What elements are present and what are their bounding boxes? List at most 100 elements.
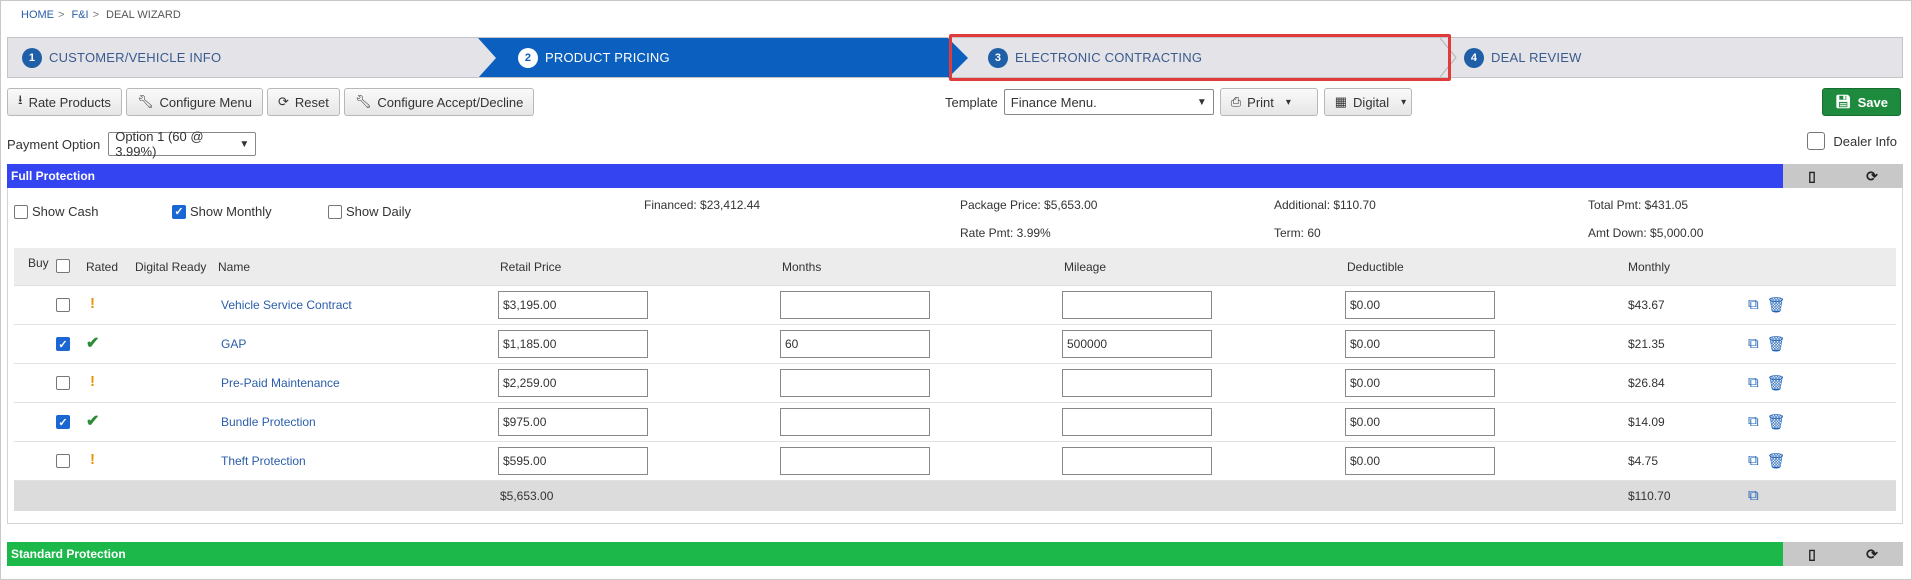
- full-protection-header: Full Protection ▯ ⟳: [7, 164, 1903, 188]
- retail-price-input[interactable]: $2,259.00: [498, 369, 648, 397]
- show-daily-option[interactable]: Show Daily: [328, 204, 411, 219]
- col-monthly: Monthly: [1628, 260, 1671, 274]
- mileage-input[interactable]: [1062, 447, 1212, 475]
- trash-icon[interactable]: 🗑︎: [1767, 413, 1786, 431]
- monthly-value: $26.84: [1628, 376, 1665, 390]
- select-all-checkbox[interactable]: [56, 259, 70, 273]
- deductible-input[interactable]: $0.00: [1345, 330, 1495, 358]
- save-button[interactable]: 💾︎ Save: [1822, 88, 1901, 116]
- rate-products-button[interactable]: ⭳ Rate Products: [7, 88, 122, 116]
- printer-icon: ⎙: [1230, 94, 1242, 109]
- monthly-value: $14.09: [1628, 415, 1665, 429]
- col-rated: Rated: [86, 260, 119, 274]
- trash-icon[interactable]: 🗑︎: [1767, 452, 1786, 470]
- wizard-step-deal-review[interactable]: 4 DEAL REVIEW: [1464, 38, 1582, 77]
- product-link[interactable]: Vehicle Service Contract: [221, 298, 352, 312]
- months-input[interactable]: [780, 369, 930, 397]
- trash-icon[interactable]: 🗑︎: [1767, 374, 1786, 392]
- months-input[interactable]: 60: [780, 330, 930, 358]
- standard-protection-section: Standard Protection ▯ ⟳: [7, 542, 1903, 566]
- template-select[interactable]: Finance Menu. ▼: [1003, 89, 1214, 115]
- product-link[interactable]: Bundle Protection: [221, 415, 316, 429]
- step-label: CUSTOMER/VEHICLE INFO: [49, 50, 222, 65]
- buy-checkbox[interactable]: [56, 376, 70, 390]
- retail-price-input[interactable]: $595.00: [498, 447, 648, 475]
- package-price-value: Package Price: $5,653.00: [960, 198, 1098, 212]
- table-footer: $5,653.00 $110.70 ⧉: [14, 481, 1896, 511]
- deductible-input[interactable]: $0.00: [1345, 447, 1495, 475]
- monthly-total: $110.70: [1628, 489, 1671, 503]
- show-monthly-checkbox[interactable]: ✓: [172, 204, 186, 219]
- show-daily-checkbox[interactable]: [328, 204, 342, 219]
- copy-add-icon[interactable]: ⧉: [1748, 487, 1759, 504]
- refresh-icon[interactable]: ⟳: [1866, 168, 1878, 185]
- table-row: ✓ ✔ GAP $1,185.00 60 500000 $0.00 $21.35…: [14, 325, 1896, 364]
- reset-button[interactable]: ⟳ Reset: [266, 88, 340, 116]
- wrench-icon: 🔧︎: [354, 94, 372, 109]
- breadcrumb: HOME > F&I > DEAL WIZARD: [21, 9, 181, 21]
- digital-button[interactable]: ▦ Digital ▾: [1323, 88, 1412, 116]
- step-label: PRODUCT PRICING: [545, 50, 670, 65]
- mobile-icon[interactable]: ▯: [1808, 546, 1816, 563]
- months-input[interactable]: [780, 447, 930, 475]
- retail-price-input[interactable]: $1,185.00: [498, 330, 648, 358]
- trash-icon[interactable]: 🗑︎: [1767, 335, 1786, 353]
- breadcrumb-home[interactable]: HOME: [21, 9, 54, 21]
- buy-checkbox[interactable]: ✓: [56, 337, 70, 351]
- buy-checkbox[interactable]: [56, 454, 70, 468]
- caret-down-icon: ▾: [1285, 96, 1291, 108]
- breadcrumb-fi[interactable]: F&I: [71, 9, 88, 21]
- product-link[interactable]: GAP: [221, 337, 246, 351]
- col-deductible: Deductible: [1347, 260, 1404, 274]
- buy-checkbox[interactable]: ✓: [56, 415, 70, 429]
- trash-icon[interactable]: 🗑︎: [1767, 296, 1786, 314]
- step-label: DEAL REVIEW: [1491, 50, 1582, 65]
- wizard-step-customer-vehicle-info[interactable]: 1 CUSTOMER/VEHICLE INFO: [22, 38, 221, 77]
- checkmark-icon: ✔: [86, 413, 100, 430]
- retail-price-input[interactable]: $975.00: [498, 408, 648, 436]
- mileage-input[interactable]: [1062, 291, 1212, 319]
- mileage-input[interactable]: [1062, 369, 1212, 397]
- show-cash-checkbox[interactable]: [14, 204, 28, 219]
- show-cash-option[interactable]: Show Cash: [14, 204, 98, 219]
- copy-icon[interactable]: ⧉: [1748, 335, 1759, 353]
- dealer-info-checkbox[interactable]: [1807, 132, 1826, 150]
- row-actions: ⧉ 🗑︎: [1748, 335, 1786, 353]
- breadcrumb-deal-wizard: DEAL WIZARD: [106, 9, 181, 21]
- months-input[interactable]: [780, 291, 930, 319]
- copy-icon[interactable]: ⧉: [1748, 296, 1759, 314]
- standard-protection-header: Standard Protection ▯ ⟳: [7, 542, 1903, 566]
- product-link[interactable]: Pre-Paid Maintenance: [221, 376, 340, 390]
- payment-option-row: Payment Option Option 1 (60 @ 3.99%) ▼: [7, 129, 257, 159]
- col-digital-ready: Digital Ready: [135, 260, 207, 274]
- wizard-step-product-pricing[interactable]: 2 PRODUCT PRICING: [478, 38, 948, 77]
- payment-option-select[interactable]: Option 1 (60 @ 3.99%) ▼: [108, 129, 257, 159]
- monthly-value: $21.35: [1628, 337, 1665, 351]
- retail-total: $5,653.00: [500, 489, 554, 503]
- copy-icon[interactable]: ⧉: [1748, 374, 1759, 392]
- payment-option-label: Payment Option: [7, 136, 101, 152]
- monthly-value: $4.75: [1628, 454, 1659, 468]
- step-number: 1: [22, 47, 42, 68]
- deductible-input[interactable]: $0.00: [1345, 408, 1495, 436]
- retail-price-input[interactable]: $3,195.00: [498, 291, 648, 319]
- deductible-input[interactable]: $0.00: [1345, 369, 1495, 397]
- configure-accept-decline-button[interactable]: 🔧︎ Configure Accept/Decline: [343, 88, 535, 116]
- refresh-icon[interactable]: ⟳: [1866, 546, 1878, 563]
- print-button[interactable]: ⎙ Print ▾: [1219, 88, 1318, 116]
- monthly-value: $43.67: [1628, 298, 1665, 312]
- deductible-input[interactable]: $0.00: [1345, 291, 1495, 319]
- configure-menu-button[interactable]: 🔧︎ Configure Menu: [125, 88, 263, 116]
- product-link[interactable]: Theft Protection: [221, 454, 306, 468]
- full-protection-section: Full Protection ▯ ⟳ Show Cash ✓ Show Mon…: [7, 164, 1903, 524]
- mobile-icon[interactable]: ▯: [1808, 168, 1816, 185]
- months-input[interactable]: [780, 408, 930, 436]
- copy-icon[interactable]: ⧉: [1748, 452, 1759, 470]
- copy-icon[interactable]: ⧉: [1748, 413, 1759, 431]
- mileage-input[interactable]: 500000: [1062, 330, 1212, 358]
- show-monthly-option[interactable]: ✓ Show Monthly: [172, 204, 272, 219]
- table-header: Buy Rated Digital Ready Name Retail Pric…: [14, 248, 1896, 286]
- mileage-input[interactable]: [1062, 408, 1212, 436]
- dealer-info-toggle: Dealer Info: [1807, 132, 1897, 150]
- buy-checkbox[interactable]: [56, 298, 70, 312]
